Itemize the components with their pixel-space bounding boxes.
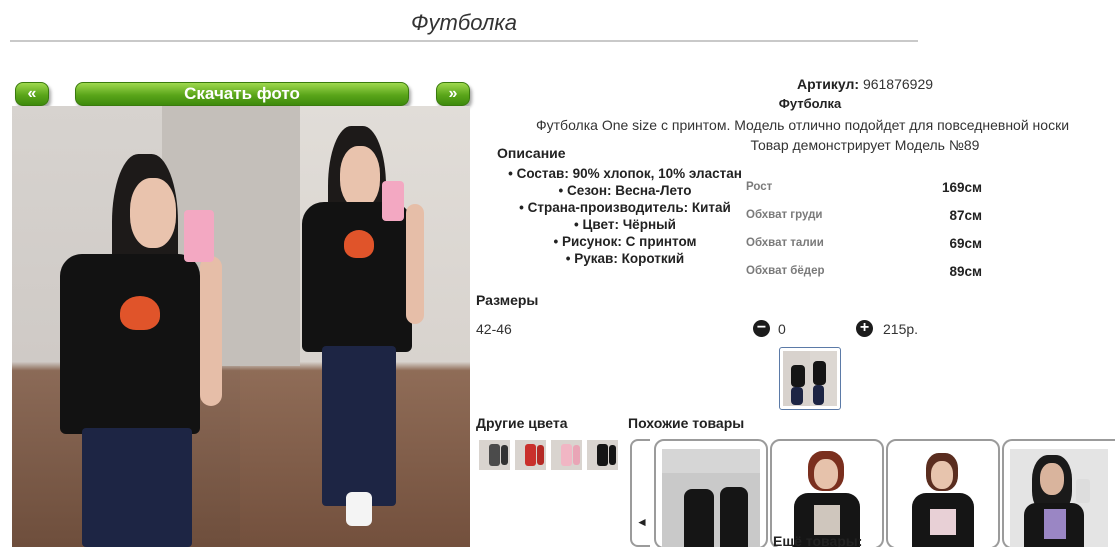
model-info: Товар демонстрирует Модель №89 [750, 137, 980, 153]
description-item: Страна-производитель: Китай [480, 199, 770, 216]
color-swatch[interactable] [587, 440, 618, 470]
page-title: Футболка [411, 10, 517, 35]
article-line: Артикул: 961876929 [700, 76, 1030, 92]
carousel-prev-button[interactable]: ◄ [630, 439, 650, 547]
description-item: Рукав: Короткий [480, 250, 770, 267]
size-value: 42-46 [476, 321, 512, 337]
measurement-row: Обхват талии 69см [746, 234, 986, 262]
product-photo-left [12, 106, 240, 547]
description-list: Состав: 90% хлопок, 10% эластан Сезон: В… [480, 165, 770, 267]
description-item: Цвет: Чёрный [480, 216, 770, 233]
product-photo[interactable] [12, 106, 470, 547]
similar-product-card[interactable] [1002, 439, 1115, 547]
measurement-label: Обхват бёдер [746, 265, 825, 277]
measurement-value: 89см [949, 264, 982, 279]
measurement-label: Обхват талии [746, 237, 824, 249]
similar-product-card[interactable] [654, 439, 768, 547]
title-divider [10, 40, 918, 42]
similar-products-title: Похожие товары [628, 415, 745, 431]
description-item: Рисунок: С принтом [480, 233, 770, 250]
measurement-label: Рост [746, 181, 773, 193]
quantity-value: 0 [778, 321, 786, 337]
color-swatch[interactable] [551, 440, 582, 470]
article-label: Артикул: [796, 76, 860, 92]
product-photo-right [240, 106, 470, 547]
product-name: Футболка [778, 96, 842, 111]
price-value: 215р. [883, 321, 919, 337]
plus-circle-icon[interactable]: + [856, 320, 873, 337]
description-title: Описание [497, 145, 566, 161]
article-value: 961876929 [862, 76, 934, 92]
measurement-label: Обхват груди [746, 209, 823, 221]
measurement-row: Обхват груди 87см [746, 206, 986, 234]
description-item: Состав: 90% хлопок, 10% эластан [480, 165, 770, 182]
measurement-row: Обхват бёдер 89см [746, 262, 986, 290]
similar-product-card[interactable] [886, 439, 1000, 547]
measurement-value: 169см [941, 180, 982, 195]
selected-photo-thumbnail[interactable] [779, 347, 841, 410]
product-description: Футболка One size с принтом. Модель отли… [536, 117, 1070, 133]
measurement-value: 69см [949, 236, 982, 251]
arrow-left-icon: ◄ [636, 515, 648, 529]
similar-product-card[interactable] [770, 439, 884, 547]
minus-circle-icon[interactable]: − [753, 320, 770, 337]
prev-photo-button[interactable]: « [15, 82, 49, 106]
measurement-value: 87см [949, 208, 982, 223]
more-products-link[interactable]: Ещё товары: [773, 533, 862, 547]
sizes-title: Размеры [476, 292, 539, 308]
description-item: Сезон: Весна-Лето [480, 182, 770, 199]
other-colors-title: Другие цвета [476, 415, 568, 431]
download-photo-button[interactable]: Скачать фото [75, 82, 409, 106]
color-swatch[interactable] [515, 440, 546, 470]
thumbnail-image [783, 351, 837, 406]
model-measurements: Рост 169см Обхват груди 87см Обхват тали… [746, 178, 986, 290]
next-photo-button[interactable]: » [436, 82, 470, 106]
color-swatch[interactable] [479, 440, 510, 470]
measurement-row: Рост 169см [746, 178, 986, 206]
